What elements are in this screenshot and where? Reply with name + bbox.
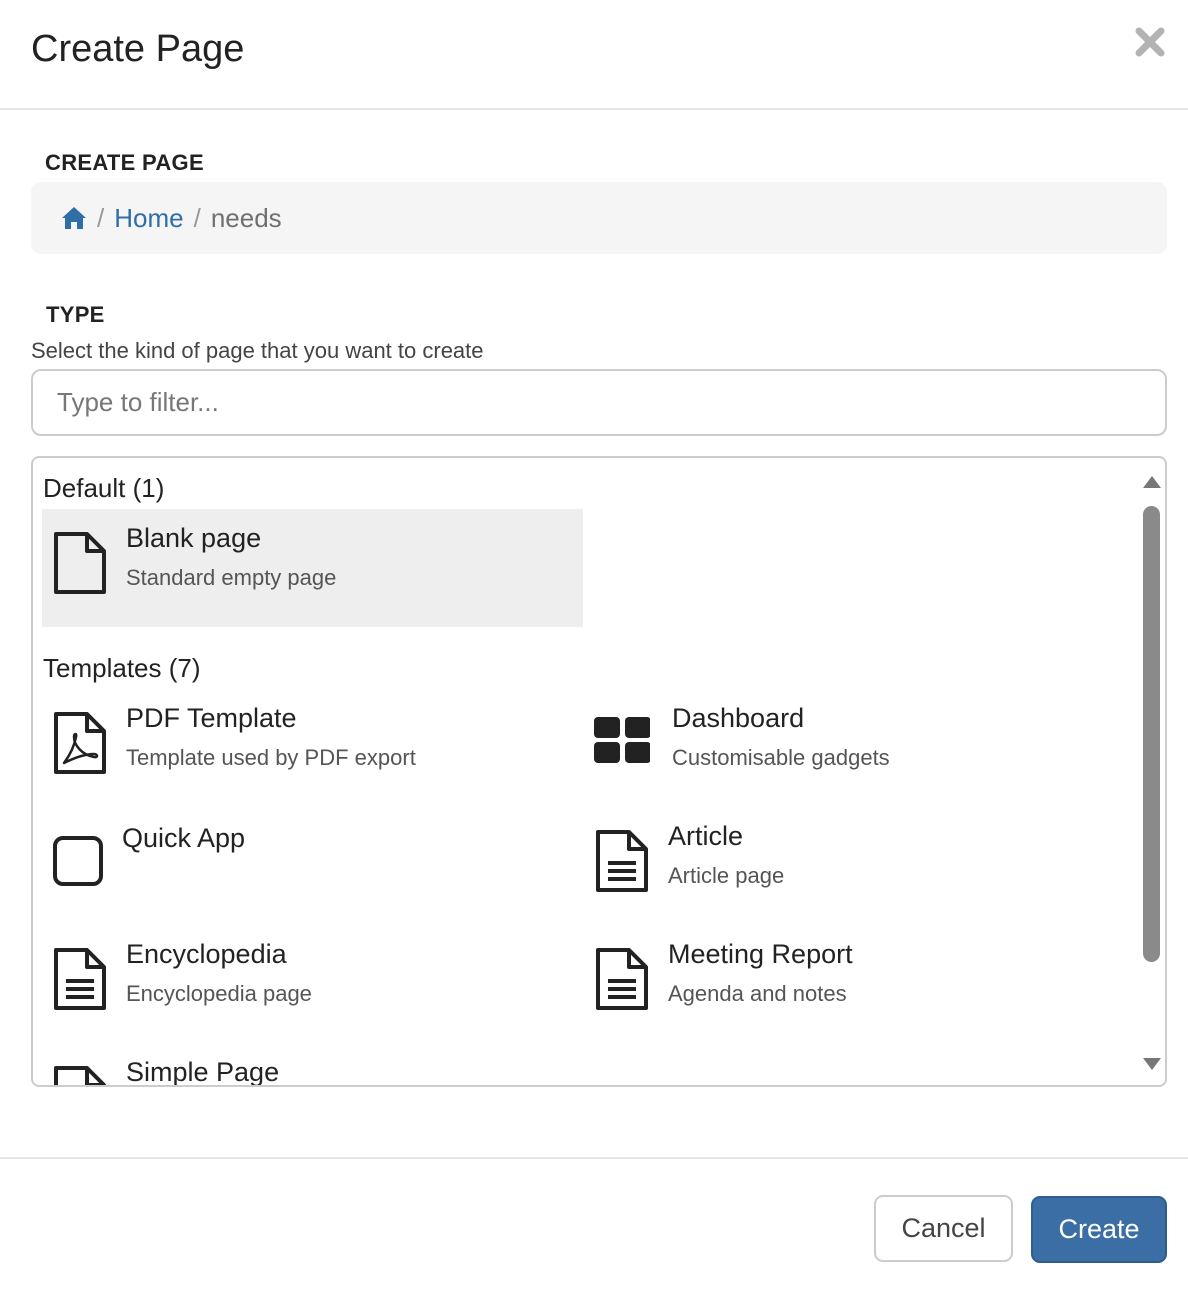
type-filter-input[interactable] <box>31 369 1167 436</box>
type-item-name: Dashboard <box>672 703 805 733</box>
dialog-header: Create Page <box>0 0 1188 110</box>
list-scrollbar[interactable] <box>1135 458 1165 1085</box>
type-item-quick-app[interactable]: Quick App <box>42 807 583 925</box>
dialog-title: Create Page <box>31 28 245 70</box>
blank-page-icon <box>54 1066 106 1085</box>
close-icon <box>1135 27 1165 57</box>
create-button[interactable]: Create <box>1031 1196 1167 1263</box>
group-title-templates: Templates (7) <box>43 653 201 683</box>
type-label: TYPE <box>46 302 105 327</box>
blank-page-icon <box>54 532 106 594</box>
text-file-icon <box>54 948 106 1010</box>
type-item-name: Quick App <box>122 823 246 853</box>
location-label: CREATE PAGE <box>45 150 204 175</box>
home-icon <box>62 207 86 229</box>
type-item-pdf-template[interactable]: PDF Template Template used by PDF export <box>42 689 583 807</box>
type-item-description: Customisable gadgets <box>672 745 890 770</box>
pdf-file-icon <box>54 712 106 774</box>
breadcrumb-current: needs <box>210 202 282 233</box>
square-icon <box>53 836 103 886</box>
type-item-description: Article page <box>668 863 785 888</box>
type-item-name: Meeting Report <box>668 939 853 969</box>
scroll-down-arrow-icon[interactable] <box>1143 1058 1161 1070</box>
type-item-meeting-report[interactable]: Meeting Report Agenda and notes <box>584 925 1125 1043</box>
group-title-default: Default (1) <box>43 473 165 503</box>
close-button[interactable] <box>1132 24 1168 60</box>
type-item-description: Encyclopedia page <box>126 981 312 1006</box>
type-item-description: Template used by PDF export <box>126 745 416 770</box>
dialog-footer: Cancel Create <box>0 1157 1188 1292</box>
breadcrumb: / Home / needs <box>31 182 1167 254</box>
type-item-description: Standard empty page <box>126 565 337 590</box>
type-item-article[interactable]: Article Article page <box>584 807 1125 925</box>
type-item-name: PDF Template <box>126 703 297 733</box>
breadcrumb-home-link[interactable]: Home <box>114 203 183 234</box>
type-item-name: Simple Page <box>126 1057 280 1087</box>
scroll-thumb[interactable] <box>1143 506 1160 962</box>
type-item-name: Article <box>668 821 744 851</box>
dashboard-grid-icon <box>594 717 650 763</box>
type-item-dashboard[interactable]: Dashboard Customisable gadgets <box>584 689 1125 807</box>
type-item-name: Blank page <box>126 523 262 553</box>
text-file-icon <box>596 830 648 892</box>
type-item-description: Agenda and notes <box>668 981 847 1006</box>
create-page-dialog: Create Page CREATE PAGE / Home / needs T… <box>0 0 1188 1292</box>
breadcrumb-separator: / <box>193 202 201 233</box>
scroll-up-arrow-icon[interactable] <box>1143 476 1161 488</box>
type-help-text: Select the kind of page that you want to… <box>31 338 484 363</box>
page-type-list: Default (1) Blank page Standard empty pa… <box>31 456 1167 1087</box>
breadcrumb-separator: / <box>97 202 105 233</box>
type-item-simple-page[interactable]: Simple Page <box>42 1043 583 1087</box>
type-item-blank-page[interactable]: Blank page Standard empty page <box>42 509 583 627</box>
breadcrumb-home[interactable] <box>61 206 87 230</box>
type-item-encyclopedia[interactable]: Encyclopedia Encyclopedia page <box>42 925 583 1043</box>
text-file-icon <box>596 948 648 1010</box>
cancel-button[interactable]: Cancel <box>874 1195 1013 1262</box>
type-item-name: Encyclopedia <box>126 939 287 969</box>
